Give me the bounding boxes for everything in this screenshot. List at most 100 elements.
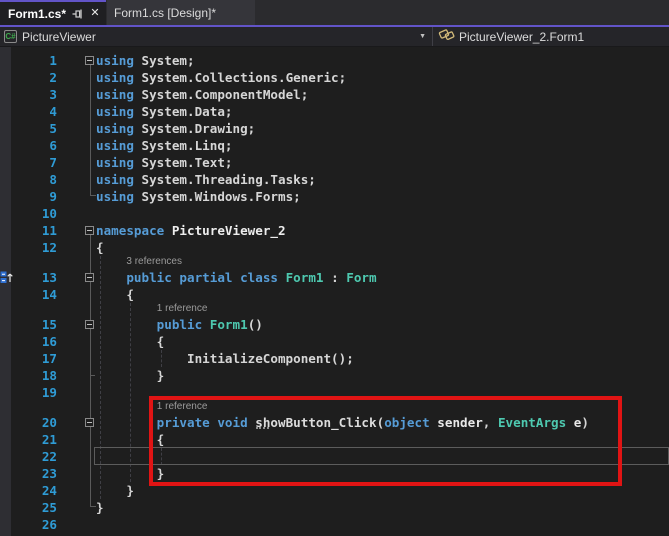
code-line[interactable]: 1using System;: [0, 52, 669, 69]
code-editor[interactable]: 1using System;2 using System.Collections.…: [0, 47, 669, 536]
fold-toggle[interactable]: [85, 320, 94, 329]
code-line[interactable]: 11 namespace PictureViewer_2: [0, 222, 669, 239]
glyph-cell: [0, 222, 11, 239]
glyph-cell: [0, 205, 11, 222]
code-text[interactable]: public partial class Form1 : Form: [96, 269, 669, 286]
code-text[interactable]: using System.ComponentModel;: [96, 86, 669, 103]
class-icon: [438, 27, 455, 47]
code-text[interactable]: {: [96, 286, 669, 303]
fold-margin-cell: [57, 367, 96, 384]
code-text[interactable]: using System.Linq;: [96, 137, 669, 154]
glyph-cell: [0, 333, 11, 350]
tab-form1-cs-design[interactable]: Form1.cs [Design]*: [107, 0, 255, 25]
code-text[interactable]: using System.Threading.Tasks;: [96, 171, 669, 188]
code-text[interactable]: using System;: [96, 52, 669, 69]
code-text[interactable]: using System.Drawing;: [96, 120, 669, 137]
code-line[interactable]: 9using System.Windows.Forms;: [0, 188, 669, 205]
line-number: 17: [11, 350, 57, 367]
fold-margin-cell: [57, 316, 96, 333]
code-line[interactable]: 18 }: [0, 367, 669, 384]
code-line[interactable]: 26: [0, 516, 669, 533]
code-text[interactable]: namespace PictureViewer_2: [96, 222, 669, 239]
navigation-bar: C# PictureViewer ▼ PictureViewer_2.Form1: [0, 27, 669, 47]
code-line[interactable]: 17 InitializeComponent();: [0, 350, 669, 367]
glyph-cell: [0, 367, 11, 384]
codelens-references[interactable]: 3 references: [0, 256, 669, 269]
close-icon[interactable]: ✕: [88, 7, 102, 21]
fold-toggle[interactable]: [85, 418, 94, 427]
member-dropdown[interactable]: PictureViewer_2.Form1: [433, 27, 584, 47]
line-number: 5: [11, 120, 57, 137]
line-number: 2: [11, 69, 57, 86]
line-number: 24: [11, 482, 57, 499]
pin-icon[interactable]: [70, 7, 84, 21]
code-line[interactable]: 15 public Form1(): [0, 316, 669, 333]
code-text[interactable]: InitializeComponent();: [96, 350, 669, 367]
line-number: 4: [11, 103, 57, 120]
code-line[interactable]: 4 using System.Data;: [0, 103, 669, 120]
code-text[interactable]: {: [96, 239, 669, 256]
fold-margin-cell: [57, 188, 96, 205]
code-text[interactable]: using System.Text;: [96, 154, 669, 171]
fold-toggle[interactable]: [85, 273, 94, 282]
code-text[interactable]: {: [96, 333, 669, 350]
glyph-cell: [0, 52, 11, 69]
project-dropdown[interactable]: C# PictureViewer ▼: [0, 27, 432, 46]
code-line[interactable]: 7using System.Text;: [0, 154, 669, 171]
code-text[interactable]: using System.Windows.Forms;: [96, 188, 669, 205]
glyph-cell: [0, 103, 11, 120]
fold-toggle[interactable]: [85, 56, 94, 65]
chevron-down-icon[interactable]: ▼: [419, 33, 426, 40]
glyph-cell: [0, 431, 11, 448]
fold-margin-cell: [57, 205, 96, 222]
line-number: 26: [11, 516, 57, 533]
code-text[interactable]: [96, 516, 669, 533]
code-line[interactable]: 6using System.Linq;: [0, 137, 669, 154]
fold-toggle[interactable]: [85, 226, 94, 235]
line-number: 19: [11, 384, 57, 401]
line-number: 12: [11, 239, 57, 256]
code-line[interactable]: 16 {: [0, 333, 669, 350]
code-text[interactable]: [96, 205, 669, 222]
fold-margin-cell: [57, 350, 96, 367]
glyph-cell: [0, 316, 11, 333]
line-number: 25: [11, 499, 57, 516]
line-number: 22: [11, 448, 57, 465]
tab-form1-cs[interactable]: Form1.cs* ✕: [0, 0, 106, 25]
glyph-cell: [0, 171, 11, 188]
code-line[interactable]: 13 public partial class Form1 : Form: [0, 269, 669, 286]
glyph-cell: [0, 188, 11, 205]
code-text[interactable]: }: [96, 367, 669, 384]
fold-margin-cell: [57, 499, 96, 516]
glyph-cell: [0, 69, 11, 86]
code-line[interactable]: 5 using System.Drawing;: [0, 120, 669, 137]
glyph-cell: [0, 286, 11, 303]
code-text[interactable]: public Form1(): [96, 316, 669, 333]
code-line[interactable]: 12 {: [0, 239, 669, 256]
code-text[interactable]: using System.Collections.Generic;: [96, 69, 669, 86]
fold-margin-cell: [57, 269, 96, 286]
code-line[interactable]: 14 {: [0, 286, 669, 303]
fold-margin-cell: [57, 333, 96, 350]
code-line[interactable]: 3using System.ComponentModel;: [0, 86, 669, 103]
code-line[interactable]: 2 using System.Collections.Generic;: [0, 69, 669, 86]
fold-margin-cell: [57, 103, 96, 120]
code-line[interactable]: 25}: [0, 499, 669, 516]
fold-margin-cell: [57, 516, 96, 533]
code-text[interactable]: using System.Data;: [96, 103, 669, 120]
fold-margin-cell: [57, 286, 96, 303]
codelens-references[interactable]: 1 reference: [0, 303, 669, 316]
red-annotation-box: [149, 396, 622, 486]
fold-margin-cell: [57, 448, 96, 465]
code-text[interactable]: }: [96, 499, 669, 516]
line-number: 11: [11, 222, 57, 239]
fold-margin-cell: [57, 86, 96, 103]
code-line[interactable]: 8using System.Threading.Tasks;: [0, 171, 669, 188]
code-line[interactable]: 10: [0, 205, 669, 222]
glyph-cell: [0, 120, 11, 137]
fold-margin-cell: [57, 69, 96, 86]
tab-label: Form1.cs*: [8, 7, 66, 21]
fold-margin-cell: [57, 414, 96, 431]
glyph-cell: [0, 239, 11, 256]
glyph-cell: [0, 350, 11, 367]
